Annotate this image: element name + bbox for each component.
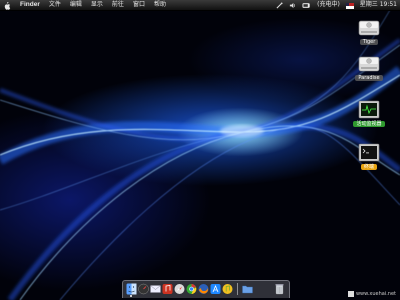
mail-icon[interactable] bbox=[150, 283, 161, 295]
dock-separator bbox=[237, 283, 238, 295]
apple-menu-icon[interactable] bbox=[3, 2, 11, 10]
speaker-icon[interactable] bbox=[289, 2, 296, 9]
hard-drive-icon bbox=[358, 20, 380, 36]
itunes-icon[interactable] bbox=[162, 283, 173, 295]
script-menu-icon[interactable] bbox=[276, 1, 283, 9]
us-flag-icon[interactable] bbox=[345, 3, 354, 9]
watermark-logo-icon bbox=[347, 291, 354, 297]
menu-finder[interactable]: Finder bbox=[20, 0, 40, 10]
hard-drive-icon bbox=[358, 56, 380, 72]
desktop-icon-label: 终端 bbox=[360, 164, 377, 170]
desktop-icon-terminal[interactable]: 终端 bbox=[352, 143, 386, 170]
app-store-icon[interactable] bbox=[210, 283, 221, 295]
desktop-wallpaper bbox=[0, 0, 400, 300]
terminal-icon bbox=[358, 143, 380, 162]
folder-icon[interactable] bbox=[242, 283, 253, 295]
watermark: www.xuehai.net bbox=[347, 291, 396, 297]
menu-help[interactable]: 帮助 bbox=[154, 0, 166, 10]
menu-file[interactable]: 文件 bbox=[49, 0, 61, 10]
desktop-icon-label: Tiger bbox=[359, 39, 379, 45]
battery-status-text[interactable]: (充电中) bbox=[317, 0, 340, 10]
dashboard-icon[interactable] bbox=[138, 283, 149, 295]
menu-window[interactable]: 窗口 bbox=[133, 0, 145, 10]
firefox-icon[interactable] bbox=[198, 283, 209, 295]
itunes-music-icon[interactable] bbox=[222, 283, 233, 295]
menu-clock[interactable]: 星期三 19:51 bbox=[360, 0, 397, 10]
desktop-icon-activity-monitor[interactable]: 活动监视器 bbox=[352, 100, 386, 127]
trash-icon[interactable] bbox=[274, 283, 285, 295]
desktop-icon-paradise[interactable]: Paradise bbox=[352, 54, 386, 81]
activity-monitor-icon bbox=[358, 100, 380, 119]
menu-edit[interactable]: 编辑 bbox=[70, 0, 82, 10]
dock bbox=[122, 280, 290, 298]
menu-view[interactable]: 显示 bbox=[91, 0, 103, 10]
menu-bar: Finder 文件 编辑 显示 前往 窗口 帮助 (充电中) 星期三 19:51 bbox=[0, 0, 400, 11]
desktop-icon-tiger[interactable]: Tiger bbox=[352, 18, 386, 45]
chrome-icon[interactable] bbox=[186, 283, 197, 295]
running-indicator bbox=[130, 295, 132, 297]
safari-icon[interactable] bbox=[174, 283, 185, 295]
menu-go[interactable]: 前往 bbox=[112, 0, 124, 10]
desktop-icon-label: Paradise bbox=[355, 75, 383, 81]
finder-icon[interactable] bbox=[126, 283, 137, 295]
battery-icon[interactable] bbox=[302, 2, 311, 9]
watermark-text: www.xuehai.net bbox=[355, 291, 396, 297]
desktop-icon-label: 活动监视器 bbox=[353, 121, 385, 127]
wallpaper-light-streaks bbox=[0, 9, 400, 300]
